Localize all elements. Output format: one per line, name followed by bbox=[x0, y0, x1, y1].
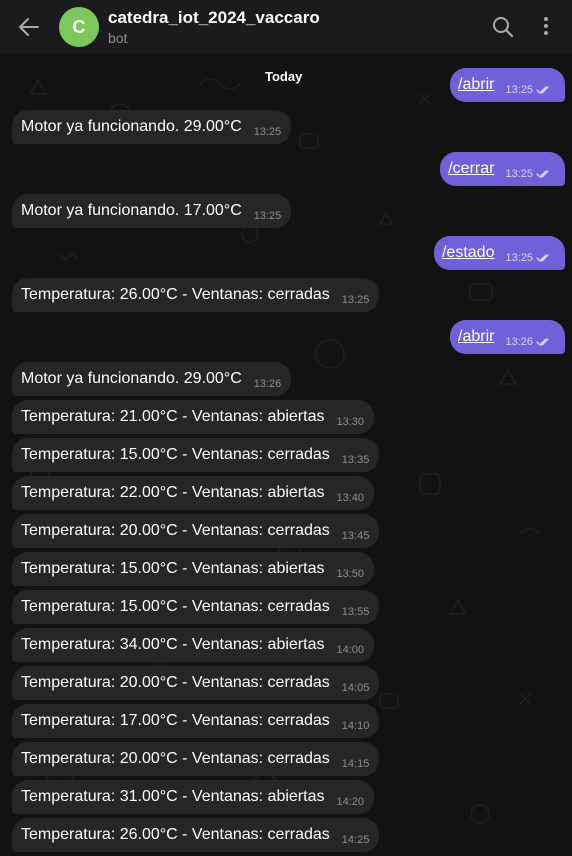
double-check-icon bbox=[536, 86, 549, 94]
message-text: Motor ya funcionando. 29.00°C bbox=[21, 118, 242, 135]
message-text: Temperatura: 26.00°C - Ventanas: cerrada… bbox=[21, 826, 330, 843]
message-text: Temperatura: 17.00°C - Ventanas: cerrada… bbox=[21, 712, 330, 729]
double-check-icon bbox=[536, 338, 549, 346]
chat-app: C catedra_iot_2024_vaccaro bot Today /ab… bbox=[0, 0, 572, 856]
message-time: 14:05 bbox=[341, 682, 370, 694]
arrow-left-icon bbox=[19, 18, 39, 36]
message-text: Temperatura: 15.00°C - Ventanas: abierta… bbox=[21, 560, 325, 577]
message-text: Temperatura: 21.00°C - Ventanas: abierta… bbox=[21, 408, 325, 425]
message-text: Motor ya funcionando. 29.00°C bbox=[21, 370, 242, 387]
message-time: 14:20 bbox=[336, 796, 364, 808]
incoming-message[interactable]: Temperatura: 21.00°C - Ventanas: abierta… bbox=[12, 400, 374, 434]
outgoing-message[interactable]: /cerrar 13:25 bbox=[440, 152, 565, 186]
incoming-message[interactable]: Temperatura: 15.00°C - Ventanas: cerrada… bbox=[12, 590, 380, 624]
command-link[interactable]: /estado bbox=[442, 244, 494, 262]
message-text: Temperatura: 34.00°C - Ventanas: abierta… bbox=[21, 636, 325, 653]
double-check-icon bbox=[536, 254, 549, 262]
message-text: Temperatura: 31.00°C - Ventanas: abierta… bbox=[21, 788, 325, 805]
double-check-icon bbox=[536, 170, 549, 178]
incoming-message[interactable]: Temperatura: 20.00°C - Ventanas: cerrada… bbox=[12, 742, 380, 776]
incoming-message[interactable]: Temperatura: 26.00°C - Ventanas: cerrada… bbox=[12, 818, 380, 852]
command-link[interactable]: /cerrar bbox=[448, 160, 494, 178]
incoming-message[interactable]: Temperatura: 26.00°C - Ventanas: cerrada… bbox=[12, 278, 380, 312]
incoming-message[interactable]: Motor ya funcionando. 29.00°C 13:25 bbox=[12, 110, 292, 144]
incoming-message[interactable]: Temperatura: 22.00°C - Ventanas: abierta… bbox=[12, 476, 374, 510]
incoming-message[interactable]: Motor ya funcionando. 29.00°C 13:26 bbox=[12, 362, 292, 396]
message-time: 13:45 bbox=[341, 530, 370, 542]
message-time: 13:40 bbox=[336, 492, 364, 504]
message-text: Temperatura: 26.00°C - Ventanas: cerrada… bbox=[21, 286, 330, 303]
outgoing-message[interactable]: /abrir 13:25 bbox=[450, 68, 565, 102]
more-button[interactable] bbox=[535, 13, 557, 41]
message-time: 13:25 bbox=[505, 252, 533, 264]
message-time: 13:26 bbox=[505, 336, 533, 348]
message-time: 14:10 bbox=[341, 720, 370, 732]
message-text: Temperatura: 20.00°C - Ventanas: cerrada… bbox=[21, 522, 330, 539]
message-text: Temperatura: 15.00°C - Ventanas: cerrada… bbox=[21, 446, 330, 463]
incoming-message[interactable]: Temperatura: 17.00°C - Ventanas: cerrada… bbox=[12, 704, 380, 738]
search-icon bbox=[493, 17, 514, 38]
chat-title[interactable]: catedra_iot_2024_vaccaro bbox=[108, 8, 320, 28]
outgoing-message[interactable]: /abrir 13:26 bbox=[450, 320, 565, 354]
incoming-message[interactable]: Temperatura: 15.00°C - Ventanas: cerrada… bbox=[12, 438, 380, 472]
message-text: Temperatura: 20.00°C - Ventanas: cerrada… bbox=[21, 674, 330, 691]
message-time: 13:25 bbox=[253, 126, 282, 138]
chat-subtitle: bot bbox=[108, 30, 128, 46]
message-time: 13:35 bbox=[341, 454, 370, 466]
back-button[interactable] bbox=[14, 12, 44, 42]
search-button[interactable] bbox=[490, 14, 516, 40]
message-list[interactable]: Today /abrir 13:25 Motor ya funcionando. 2… bbox=[0, 54, 572, 856]
date-separator: Today bbox=[265, 69, 303, 84]
incoming-message[interactable]: Motor ya funcionando. 17.00°C 13:25 bbox=[12, 194, 292, 228]
command-link[interactable]: /abrir bbox=[458, 328, 494, 346]
incoming-message[interactable]: Temperatura: 20.00°C - Ventanas: cerrada… bbox=[12, 514, 380, 548]
more-vertical-icon bbox=[544, 17, 548, 35]
message-text: Motor ya funcionando. 17.00°C bbox=[21, 202, 242, 219]
chat-header: C catedra_iot_2024_vaccaro bot bbox=[0, 0, 572, 54]
message-time: 13:25 bbox=[253, 210, 282, 222]
message-text: Temperatura: 22.00°C - Ventanas: abierta… bbox=[21, 484, 325, 501]
incoming-message[interactable]: Temperatura: 34.00°C - Ventanas: abierta… bbox=[12, 628, 374, 662]
avatar[interactable]: C bbox=[59, 7, 99, 47]
message-time: 13:50 bbox=[336, 568, 364, 580]
incoming-message[interactable]: Temperatura: 31.00°C - Ventanas: abierta… bbox=[12, 780, 374, 814]
message-time: 13:30 bbox=[336, 416, 364, 428]
message-time: 13:26 bbox=[253, 378, 282, 390]
message-time: 13:55 bbox=[341, 606, 370, 618]
message-time: 13:25 bbox=[505, 84, 533, 96]
incoming-message[interactable]: Temperatura: 15.00°C - Ventanas: abierta… bbox=[12, 552, 374, 586]
message-time: 13:25 bbox=[505, 168, 533, 180]
message-time: 14:00 bbox=[336, 644, 364, 656]
message-time: 14:25 bbox=[341, 834, 370, 846]
command-link[interactable]: /abrir bbox=[458, 76, 494, 94]
incoming-message[interactable]: Temperatura: 20.00°C - Ventanas: cerrada… bbox=[12, 666, 380, 700]
message-time: 14:15 bbox=[341, 758, 370, 770]
message-text: Temperatura: 20.00°C - Ventanas: cerrada… bbox=[21, 750, 330, 767]
outgoing-message[interactable]: /estado 13:25 bbox=[433, 236, 565, 270]
message-time: 13:25 bbox=[341, 294, 370, 306]
message-text: Temperatura: 15.00°C - Ventanas: cerrada… bbox=[21, 598, 330, 615]
